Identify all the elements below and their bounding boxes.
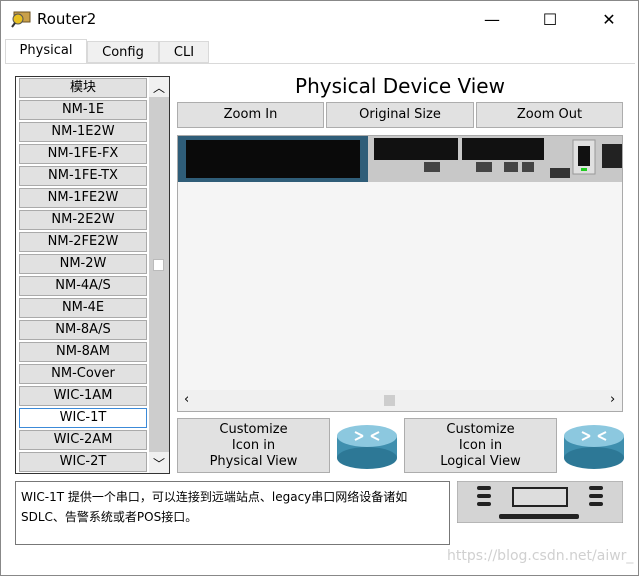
app-icon xyxy=(11,10,31,28)
tab-config[interactable]: Config xyxy=(87,41,159,63)
label-line: Logical View xyxy=(440,454,521,469)
module-list-item[interactable]: NM-1FE2W xyxy=(19,188,147,208)
module-list-item[interactable]: WIC-2T xyxy=(19,452,147,472)
router-icon-logical xyxy=(564,425,624,469)
module-list-item[interactable]: WIC-1T xyxy=(19,408,147,428)
label-line: Customize xyxy=(446,422,515,437)
module-list-item[interactable]: NM-4A/S xyxy=(19,276,147,296)
module-list-item[interactable]: NM-2W xyxy=(19,254,147,274)
router-device-image[interactable] xyxy=(178,136,622,182)
module-list-item[interactable]: NM-2E2W xyxy=(19,210,147,230)
module-list-item[interactable]: NM-1FE-FX xyxy=(19,144,147,164)
zoom-in-button[interactable]: Zoom In xyxy=(177,102,324,128)
module-list-item[interactable]: NM-1FE-TX xyxy=(19,166,147,186)
wic-1t-module-image xyxy=(457,481,623,523)
original-size-button[interactable]: Original Size xyxy=(326,102,474,128)
tab-physical[interactable]: Physical xyxy=(5,39,87,63)
customize-physical-icon-button[interactable]: Customize Icon in Physical View xyxy=(177,418,330,473)
label-line: Customize xyxy=(219,422,288,437)
scroll-up-icon[interactable]: ︿ xyxy=(153,79,165,96)
module-list: 模块 NM-1E NM-1E2W NM-1FE-FX NM-1FE-TX NM-1FE2… xyxy=(15,76,170,474)
minimize-button[interactable]: — xyxy=(469,5,515,35)
maximize-button[interactable]: ☐ xyxy=(527,5,573,35)
router-icon-physical xyxy=(337,425,397,469)
module-list-scrollbar[interactable]: ︿ ﹀ xyxy=(149,77,169,473)
module-list-item[interactable]: NM-Cover xyxy=(19,364,147,384)
label-line: Icon in xyxy=(231,438,276,453)
module-list-item[interactable]: NM-4E xyxy=(19,298,147,318)
scroll-down-icon[interactable]: ﹀ xyxy=(153,455,165,472)
scroll-left-icon[interactable]: ‹ xyxy=(184,392,189,407)
module-list-item[interactable]: WIC-2AM xyxy=(19,430,147,450)
scroll-thumb[interactable] xyxy=(384,395,395,406)
module-description: WIC-1T 提供一个串口，可以连接到远端站点、legacy串口网络设备诸如SD… xyxy=(15,481,450,545)
tab-cli[interactable]: CLI xyxy=(159,41,209,63)
module-list-item[interactable]: NM-2FE2W xyxy=(19,232,147,252)
module-list-item[interactable]: NM-8A/S xyxy=(19,320,147,340)
label-line: Physical View xyxy=(209,454,298,469)
label-line: Icon in xyxy=(458,438,503,453)
close-button[interactable]: ✕ xyxy=(586,5,632,35)
physical-view-canvas: ‹ › xyxy=(177,135,623,412)
module-list-item[interactable]: WIC-1AM xyxy=(19,386,147,406)
scroll-track[interactable] xyxy=(149,97,169,452)
module-list-item[interactable]: NM-1E xyxy=(19,100,147,120)
scroll-thumb[interactable] xyxy=(153,259,164,271)
tab-bar: Physical Config CLI xyxy=(5,39,635,64)
zoom-out-button[interactable]: Zoom Out xyxy=(476,102,623,128)
module-list-header: 模块 xyxy=(19,78,147,98)
customize-logical-icon-button[interactable]: Customize Icon in Logical View xyxy=(404,418,557,473)
horizontal-scrollbar[interactable]: ‹ › xyxy=(178,390,622,411)
module-list-item[interactable]: NM-1E2W xyxy=(19,122,147,142)
window-title: Router2 xyxy=(37,10,97,28)
watermark: https://blog.csdn.net/aiwr_ xyxy=(447,548,634,564)
page-title: Physical Device View xyxy=(295,74,505,98)
module-list-item[interactable]: NM-8AM xyxy=(19,342,147,362)
scroll-right-icon[interactable]: › xyxy=(610,392,615,407)
